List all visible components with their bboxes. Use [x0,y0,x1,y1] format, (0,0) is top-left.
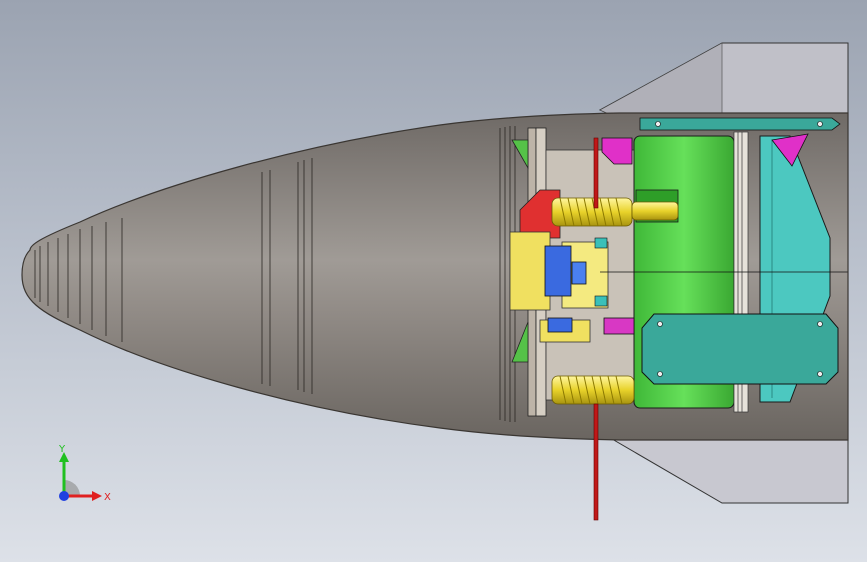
coordinate-triad: Y X [58,444,111,503]
magenta-bracket-mid[interactable] [603,317,635,335]
blue-block-lower[interactable] [547,317,573,333]
red-rod-upper[interactable] [593,137,599,209]
teal-clip-bottom[interactable] [594,295,608,307]
x-axis-label: X [104,492,111,503]
teal-side-plate[interactable] [641,313,839,385]
lower-fin[interactable] [598,429,849,504]
yellow-mount-left[interactable] [509,231,551,311]
x-axis-arrow [92,491,102,501]
spring-lower[interactable] [551,375,635,405]
teal-clip-top[interactable] [594,237,608,249]
y-axis-label: Y [58,444,66,455]
blue-block-small[interactable] [571,261,587,285]
cad-viewport[interactable] [0,0,867,562]
teal-top-plate[interactable] [639,117,841,131]
blue-block-main[interactable] [544,245,572,297]
z-axis-dot [59,491,69,501]
red-rod-lower[interactable] [593,403,599,521]
